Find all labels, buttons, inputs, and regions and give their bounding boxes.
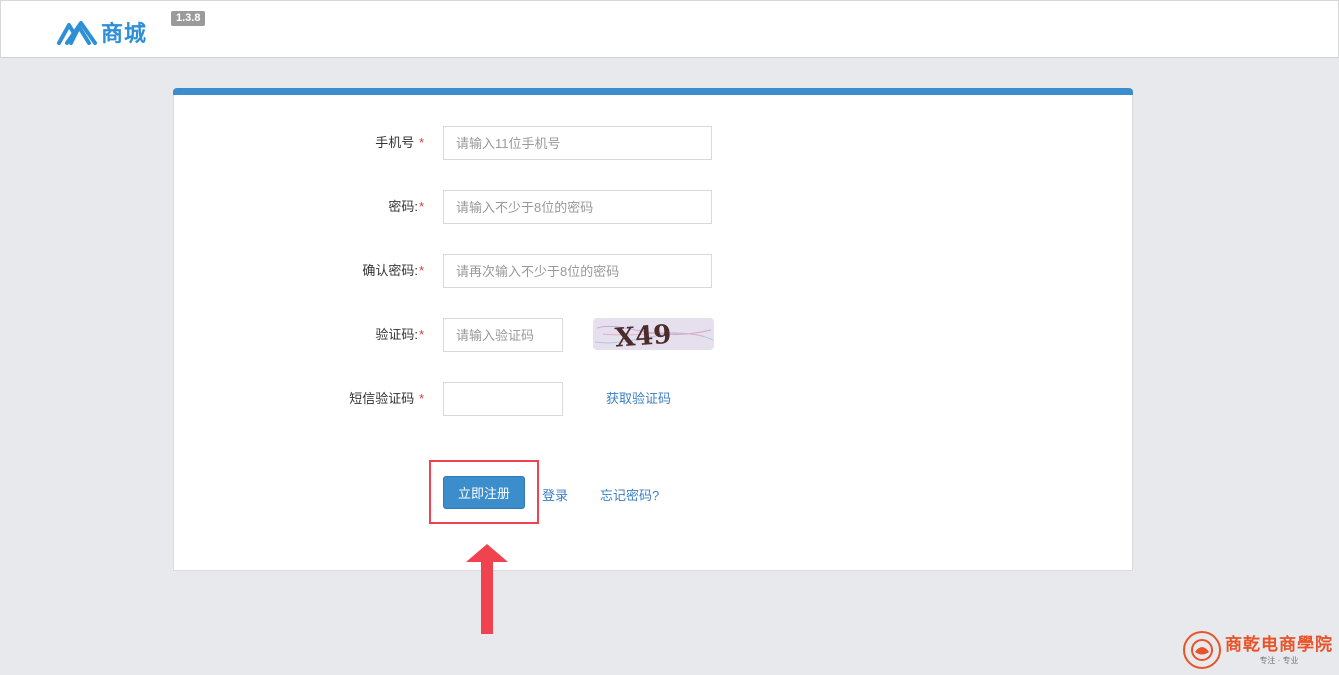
sms-code-input[interactable]: [443, 382, 563, 416]
phone-label: 手机号 *: [375, 135, 424, 150]
password-label: 密码:*: [388, 199, 424, 214]
version-badge: 1.3.8: [171, 11, 206, 26]
watermark-subtitle: 专注 · 专业: [1259, 656, 1299, 665]
required-mark: *: [418, 135, 424, 150]
captcha-image[interactable]: X49: [593, 318, 714, 350]
password-input[interactable]: [443, 190, 712, 224]
panel-accent-bar: [173, 88, 1133, 95]
forgot-password-link[interactable]: 忘记密码?: [600, 485, 659, 504]
phone-input[interactable]: [443, 126, 712, 160]
required-mark: *: [418, 199, 424, 214]
get-sms-code-link[interactable]: 获取验证码: [606, 382, 671, 416]
confirm-password-label: 确认密码:*: [362, 263, 424, 278]
register-panel: 手机号 * 密码:* 确认密码:* 验证码:* X49 短信验证码 * 获取验证…: [173, 88, 1133, 571]
confirm-password-input[interactable]: [443, 254, 712, 288]
sms-label: 短信验证码 *: [349, 391, 424, 406]
captcha-text: X49: [614, 320, 672, 350]
watermark: 商乾电商學院 专注 · 专业: [1183, 628, 1335, 672]
logo-people-icon: [57, 21, 97, 45]
phone-row: 手机号 *: [174, 126, 1134, 160]
required-mark: *: [418, 327, 424, 342]
required-mark: *: [418, 263, 424, 278]
login-link[interactable]: 登录: [542, 485, 568, 504]
captcha-row: 验证码:* X49: [174, 318, 1134, 352]
site-logo[interactable]: 商城: [57, 18, 147, 46]
pointer-arrow-icon: [466, 544, 508, 634]
confirm-password-row: 确认密码:*: [174, 254, 1134, 288]
top-header: 商城 1.3.8: [0, 0, 1339, 58]
password-row: 密码:*: [174, 190, 1134, 224]
captcha-input[interactable]: [443, 318, 563, 352]
captcha-label: 验证码:*: [375, 327, 424, 342]
sms-row: 短信验证码 * 获取验证码: [174, 382, 1134, 416]
required-mark: *: [418, 391, 424, 406]
watermark-logo-icon: [1183, 631, 1221, 669]
watermark-title: 商乾电商學院: [1225, 635, 1333, 654]
logo-text: 商城: [101, 21, 148, 46]
register-button[interactable]: 立即注册: [443, 476, 525, 509]
